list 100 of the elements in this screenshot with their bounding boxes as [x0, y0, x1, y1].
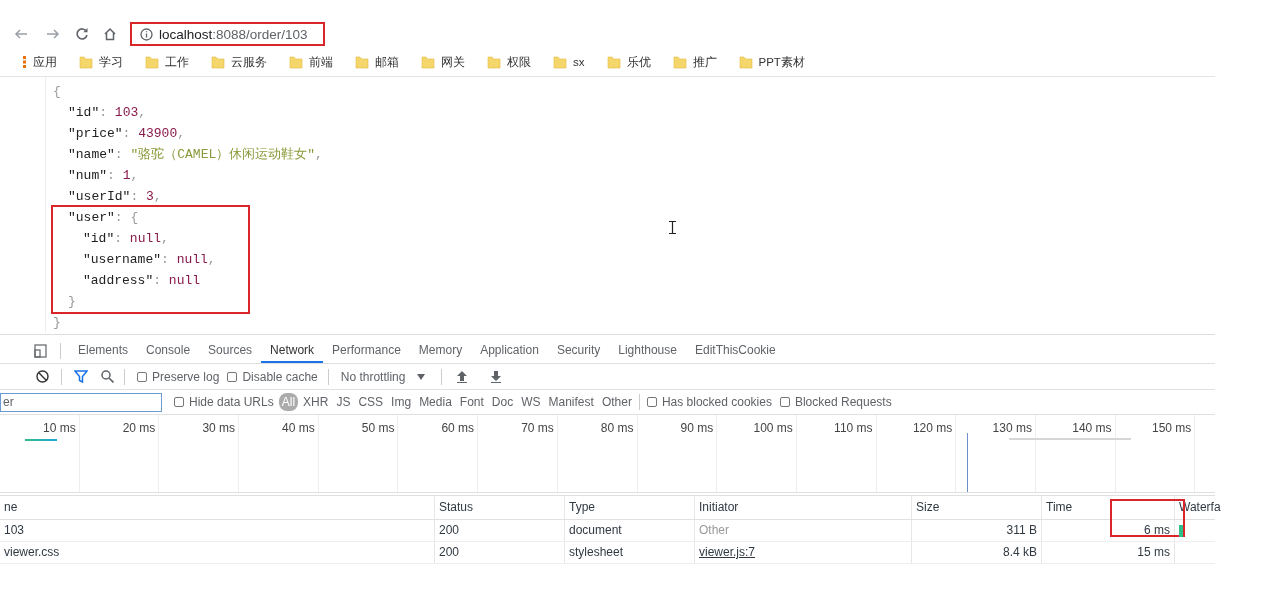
- resource-type-filter[interactable]: Doc: [488, 393, 517, 411]
- tick-label: 140 ms: [1072, 421, 1112, 435]
- resource-type-filter[interactable]: Font: [456, 393, 487, 411]
- throttling-dropdown[interactable]: No throttling: [340, 369, 426, 384]
- home-icon[interactable]: [103, 27, 117, 41]
- caret-icon: [417, 373, 426, 380]
- tick-label: 10 ms: [43, 421, 76, 435]
- devtools-tab[interactable]: Console: [137, 338, 200, 363]
- tick-label: 130 ms: [992, 421, 1032, 435]
- forward-arrow-icon[interactable]: [46, 27, 60, 41]
- table-cell-text: 200: [439, 522, 460, 539]
- column-header[interactable]: Status: [439, 496, 474, 519]
- code-line: }: [68, 293, 77, 311]
- folder-icon: [672, 55, 687, 69]
- resource-type-filter[interactable]: CSS: [355, 393, 387, 411]
- table-cell-text: 103: [4, 522, 25, 539]
- bookmark-item[interactable]: 云服务: [199, 52, 277, 72]
- bookmark-item[interactable]: sx: [541, 52, 595, 72]
- resource-type-filter[interactable]: JS: [333, 393, 354, 411]
- code-line: "username": null,: [83, 251, 217, 269]
- bookmark-item[interactable]: 网关: [409, 52, 475, 72]
- bookmark-item[interactable]: 前端: [277, 52, 343, 72]
- column-header[interactable]: Type: [569, 496, 595, 519]
- download-icon[interactable]: [490, 370, 503, 383]
- table-cell-text: stylesheet: [569, 544, 624, 561]
- tick-label: 30 ms: [202, 421, 236, 435]
- initiator-text: Other: [699, 522, 729, 539]
- block-icon[interactable]: [36, 370, 49, 383]
- tick-label: 150 ms: [1151, 421, 1192, 435]
- folder-icon: [145, 55, 159, 69]
- folder-icon: [289, 55, 303, 69]
- filter-field[interactable]: er: [0, 392, 162, 412]
- code-line: "num": 1,: [68, 167, 140, 185]
- address-field[interactable]: localhost:8088/order/103: [130, 22, 325, 46]
- devtools-tab[interactable]: Memory: [409, 338, 472, 363]
- table-cell-text: document: [569, 522, 622, 539]
- blocked-requests-checkbox[interactable]: Blocked Requests: [779, 395, 892, 409]
- devtools-tab[interactable]: Performance: [323, 338, 410, 363]
- resource-type-filter[interactable]: Manifest: [545, 393, 597, 411]
- folder-icon: [553, 55, 567, 69]
- preserve-log-checkbox[interactable]: Preserve log: [137, 369, 220, 384]
- bookmark-item[interactable]: 邮箱: [343, 52, 409, 72]
- filter-icon[interactable]: [74, 370, 88, 383]
- folder-icon: [355, 55, 369, 69]
- back-arrow-icon[interactable]: [14, 27, 28, 41]
- upload-icon[interactable]: [456, 370, 469, 383]
- blocked-cookies-checkbox[interactable]: Has blocked cookies: [646, 395, 772, 409]
- resource-type-filter[interactable]: XHR: [300, 393, 332, 411]
- disable-cache-checkbox[interactable]: Disable cache: [227, 369, 318, 384]
- resource-type-filter[interactable]: Media: [416, 393, 455, 411]
- code-line: "address": null: [83, 272, 202, 290]
- folder-icon: [421, 55, 435, 69]
- tick-label: 110 ms: [834, 421, 873, 435]
- column-header[interactable]: Size: [916, 496, 940, 519]
- reload-icon[interactable]: [75, 27, 89, 41]
- bookmark-item[interactable]: 乐优: [594, 52, 661, 72]
- devtools-tab[interactable]: Security: [547, 338, 610, 363]
- tick-label: 100 ms: [753, 421, 793, 435]
- devtools-tab[interactable]: Elements: [69, 338, 138, 363]
- table-cell-text: 200: [439, 544, 460, 561]
- bookmark-item[interactable]: 推广: [660, 52, 727, 72]
- column-header[interactable]: ne: [4, 496, 18, 519]
- tick-label: 70 ms: [521, 421, 554, 435]
- resource-type-filter[interactable]: Img: [388, 393, 415, 411]
- bookmark-item[interactable]: 学习: [67, 52, 133, 72]
- devtools-tab[interactable]: Application: [471, 338, 548, 363]
- hide-data-urls-checkbox[interactable]: Hide data URLs: [174, 395, 274, 409]
- devtools-tab[interactable]: Lighthouse: [609, 338, 686, 363]
- tick-label: 60 ms: [441, 421, 475, 435]
- bookmark-item[interactable]: 工作: [133, 52, 199, 72]
- folder-icon: [606, 55, 621, 69]
- resource-type-filter[interactable]: Other: [598, 393, 635, 411]
- code-line: {: [53, 83, 62, 101]
- code-line: "userId": 3,: [68, 188, 163, 206]
- column-header[interactable]: Time: [1046, 496, 1073, 519]
- initiator-link[interactable]: viewer.js:7: [699, 542, 756, 563]
- tick-label: 20 ms: [122, 421, 156, 435]
- dock-side-icon[interactable]: [34, 343, 48, 358]
- folder-icon: [211, 55, 225, 69]
- search-icon[interactable]: [101, 370, 114, 383]
- devtools-tab[interactable]: EditThisCookie: [685, 338, 785, 363]
- bookmark-item[interactable]: 应用: [23, 52, 67, 72]
- code-line: "name": "骆驼（CAMEL）休闲运动鞋女",: [68, 146, 324, 164]
- apps-grid-icon: [23, 56, 27, 68]
- code-line: "user": {: [68, 209, 140, 227]
- tick-label: 90 ms: [680, 421, 714, 435]
- devtools-tab[interactable]: Sources: [199, 338, 262, 363]
- tick-label: 120 ms: [912, 421, 953, 435]
- code-line: "id": 103,: [68, 104, 148, 122]
- tick-label: 80 ms: [600, 421, 634, 435]
- dom-content-loaded-line: [967, 433, 968, 492]
- bookmark-item[interactable]: 权限: [475, 52, 541, 72]
- column-header[interactable]: Initiator: [699, 496, 739, 519]
- bookmark-item[interactable]: PPT素材: [726, 52, 815, 72]
- devtools-tab[interactable]: Network: [261, 338, 324, 363]
- code-line: }: [53, 314, 62, 332]
- resource-type-filter[interactable]: WS: [518, 393, 544, 411]
- table-cell-text: viewer.css: [4, 544, 60, 561]
- code-line: "price": 43900,: [68, 125, 187, 143]
- folder-icon: [738, 55, 753, 69]
